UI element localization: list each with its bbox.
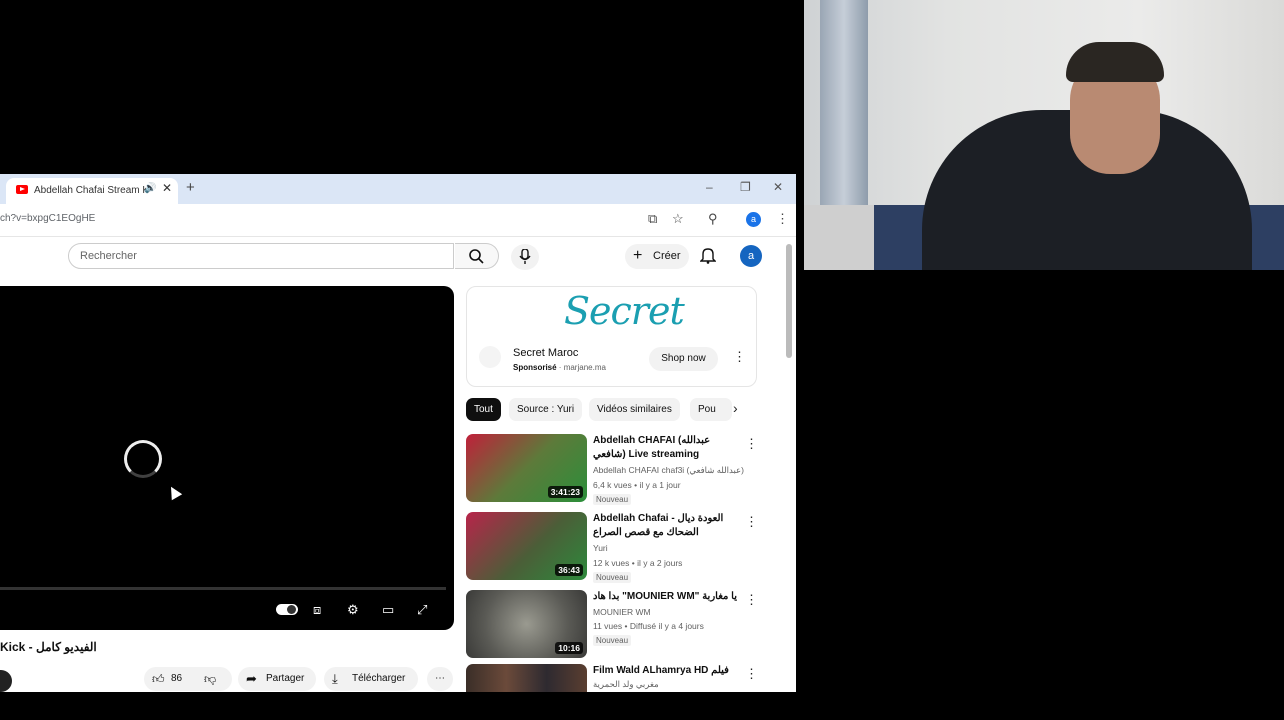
- ad-sponsor-line: Sponsorisé · marjane.ma: [513, 363, 606, 372]
- settings-gear-icon[interactable]: ⚙: [347, 602, 359, 618]
- new-badge: Nouveau: [593, 572, 632, 583]
- share-label: Partager: [266, 673, 305, 684]
- ad-channel-icon: [479, 346, 501, 368]
- ad-card[interactable]: Secret Secret Maroc Sponsorisé · marjane…: [466, 286, 757, 387]
- more-options-icon[interactable]: ⋮: [745, 666, 758, 682]
- chip-similar[interactable]: Vidéos similaires: [589, 398, 680, 421]
- mouse-cursor-icon: [165, 483, 183, 501]
- video-title: Kick - الفيديو كامل: [0, 640, 97, 654]
- notifications-bell-icon[interactable]: [700, 246, 716, 264]
- search-input[interactable]: Rechercher: [68, 243, 454, 269]
- thumbs-up-icon[interactable]: 👍︎: [152, 667, 165, 691]
- recommendation-channel[interactable]: مغربي ولد الحمرية: [593, 679, 659, 690]
- theater-mode-icon[interactable]: ▭: [382, 602, 394, 618]
- browser-profile-avatar[interactable]: a: [746, 212, 761, 227]
- close-window-button[interactable]: ✕: [773, 180, 783, 194]
- browser-menu-icon[interactable]: ⋮: [776, 211, 789, 227]
- loading-spinner-icon: [124, 440, 162, 478]
- ad-advertiser-name: Secret Maroc: [513, 347, 579, 359]
- sponsored-label: Sponsorisé: [513, 363, 557, 372]
- download-icon: ⤓: [332, 671, 338, 686]
- recommendation-meta: 6,4 k vues • il y a 1 jour: [593, 480, 681, 490]
- recommendation-item[interactable]: 10:16 بدا هاد "MOUNIER WM" يا مغاربة MOU…: [466, 590, 766, 662]
- maximize-button[interactable]: ❐: [740, 180, 751, 194]
- extensions-icon[interactable]: ⚲: [708, 211, 718, 227]
- recommendation-meta: 12 k vues • il y a 2 jours: [593, 558, 683, 568]
- share-button[interactable]: ➦ Partager: [238, 667, 316, 691]
- video-player[interactable]: ⧈ ⚙ ▭ ⤢: [0, 286, 454, 630]
- new-badge: Nouveau: [593, 635, 632, 646]
- address-bar: ch?v=bxpgC1EOgHE ⧉ ☆ ⚲ a ⋮: [0, 204, 796, 237]
- voice-search-button[interactable]: [511, 244, 539, 270]
- chip-all[interactable]: Tout: [466, 398, 501, 421]
- ad-more-icon[interactable]: ⋮: [733, 349, 746, 365]
- video-thumbnail[interactable]: 36:43: [466, 512, 587, 580]
- webcam-feed: [804, 0, 1284, 270]
- recommendation-channel[interactable]: MOUNIER WM: [593, 607, 651, 617]
- chevron-right-icon[interactable]: ›: [733, 400, 738, 416]
- microphone-icon: [519, 249, 531, 264]
- youtube-favicon-icon: [16, 185, 28, 194]
- recommendation-item[interactable]: 36:43 Abdellah Chafai - العودة ديال الضح…: [466, 512, 766, 584]
- new-badge: Nouveau: [593, 494, 632, 505]
- more-options-icon[interactable]: ⋮: [745, 514, 758, 530]
- recommendation-title[interactable]: Film Wald ALhamrya HD فيلم: [593, 664, 739, 678]
- shop-now-button[interactable]: Shop now: [649, 347, 718, 371]
- recommendation-item[interactable]: 3:41:23 Abdellah CHAFAI (عبدالله شافعي) …: [466, 434, 766, 506]
- duration-badge: 3:41:23: [547, 486, 583, 498]
- more-options-icon[interactable]: ⋮: [745, 436, 758, 452]
- search-icon: [469, 249, 484, 264]
- duration-badge: 10:16: [555, 642, 583, 654]
- duration-badge: 36:43: [555, 564, 583, 576]
- url-field[interactable]: ch?v=bxpgC1EOgHE: [0, 213, 95, 224]
- recommendation-channel[interactable]: Abdellah CHAFAI chaf3i (عبدالله شافعي): [593, 465, 744, 476]
- minimize-button[interactable]: –: [706, 180, 713, 194]
- tab-active[interactable]: Abdellah Chafai Stream Kick 🔊 ✕: [6, 178, 178, 204]
- tab-bar: Abdellah Chafai Stream Kick 🔊 ✕ + – ❐ ✕: [0, 174, 796, 204]
- bookmark-star-icon[interactable]: ☆: [672, 211, 684, 227]
- chip-source[interactable]: Source : Yuri: [509, 398, 583, 421]
- more-actions-button[interactable]: ⋯: [427, 667, 453, 691]
- recommendation-title[interactable]: Abdellah CHAFAI (عبدالله شافعي) Live str…: [593, 434, 739, 462]
- new-tab-button[interactable]: +: [186, 179, 195, 196]
- create-label: Créer: [653, 250, 681, 262]
- plus-icon: +: [633, 247, 643, 264]
- browser-window: Abdellah Chafai Stream Kick 🔊 ✕ + – ❐ ✕ …: [0, 174, 796, 692]
- page-scrollbar[interactable]: [786, 244, 792, 358]
- curtain: [820, 0, 868, 230]
- pillow: [804, 205, 874, 270]
- thumbs-down-icon[interactable]: 👎︎: [204, 667, 216, 691]
- cast-icon[interactable]: ⧉: [648, 211, 657, 227]
- download-label: Télécharger: [352, 673, 406, 684]
- channel-avatar[interactable]: [0, 670, 12, 692]
- more-options-icon[interactable]: ⋮: [745, 592, 758, 608]
- progress-bar[interactable]: [0, 587, 446, 590]
- like-dislike-group: 👍︎ 86 👎︎: [144, 667, 232, 691]
- ad-brand-logo: Secret: [564, 289, 685, 333]
- like-count: 86: [171, 673, 183, 684]
- search-button[interactable]: [455, 243, 499, 269]
- share-arrow-icon: ➦: [246, 671, 257, 686]
- speaker-icon: 🔊: [144, 183, 157, 194]
- recommendation-title[interactable]: Abdellah Chafai - العودة ديال الضحاك مع …: [593, 512, 739, 540]
- video-thumbnail[interactable]: 3:41:23: [466, 434, 587, 502]
- subtitles-icon[interactable]: ⧈: [313, 602, 321, 618]
- tab-title: Abdellah Chafai Stream Kick: [34, 185, 146, 196]
- recommendation-meta: 11 vues • Diffusé il y a 4 jours: [593, 621, 704, 631]
- recommendation-channel[interactable]: Yuri: [593, 543, 608, 553]
- ad-domain: marjane.ma: [563, 363, 606, 372]
- chip-more[interactable]: Pou: [690, 398, 732, 421]
- account-avatar[interactable]: a: [740, 245, 762, 267]
- video-thumbnail[interactable]: [466, 664, 587, 692]
- recommendation-item[interactable]: Film Wald ALhamrya HD فيلم مغربي ولد الح…: [466, 664, 766, 692]
- recommendation-title[interactable]: بدا هاد "MOUNIER WM" يا مغاربة: [593, 590, 739, 604]
- fullscreen-icon[interactable]: ⤢: [417, 602, 427, 618]
- create-button[interactable]: + Créer: [625, 244, 689, 269]
- video-thumbnail[interactable]: 10:16: [466, 590, 587, 658]
- tab-close-icon[interactable]: ✕: [162, 181, 172, 195]
- person-hair: [1066, 42, 1164, 82]
- autoplay-toggle[interactable]: [276, 604, 298, 615]
- download-button[interactable]: ⤓ Télécharger: [324, 667, 418, 691]
